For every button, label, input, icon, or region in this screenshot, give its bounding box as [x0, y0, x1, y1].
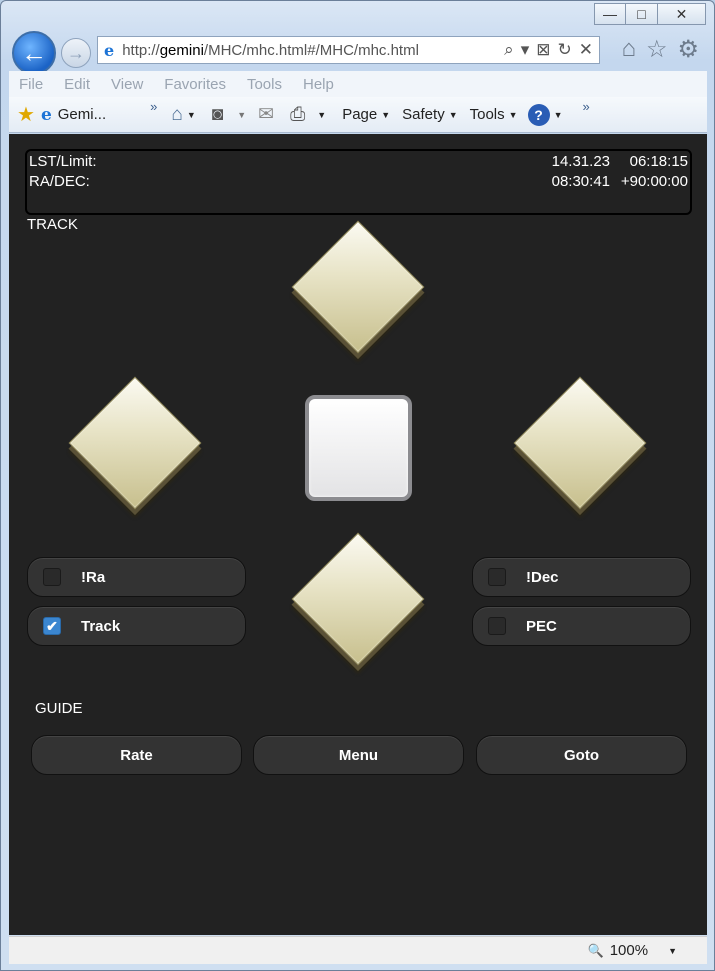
- favorites-star-icon[interactable]: ☆: [646, 35, 668, 64]
- lst-value: 14.31.23: [551, 153, 610, 170]
- ra-toggle-label: !Ra: [81, 568, 106, 586]
- toggle-dec[interactable]: !Dec: [472, 557, 691, 597]
- menu-edit[interactable]: Edit: [64, 76, 90, 93]
- mount-control-page: LST/Limit: 14.31.23 06:18:15 RA/DEC: 08:…: [9, 134, 707, 935]
- toggle-ra[interactable]: !Ra: [27, 557, 246, 597]
- address-tools: ⌕ ▾ ⊠ ↻ ✕: [504, 40, 599, 60]
- menu-tools[interactable]: Tools: [247, 76, 282, 93]
- guide-section-label: GUIDE: [35, 700, 83, 717]
- rss-icon: ◙: [211, 103, 224, 125]
- restore-button[interactable]: □: [626, 3, 658, 25]
- back-button[interactable]: ←: [12, 31, 56, 75]
- safety-menu-label: Safety: [402, 106, 445, 123]
- track-checkbox[interactable]: ✔: [43, 617, 61, 635]
- feeds-command[interactable]: ◙ ▼: [212, 104, 246, 126]
- menu-file[interactable]: File: [19, 76, 43, 93]
- rate-button[interactable]: Rate: [31, 735, 242, 775]
- help-icon: ?: [527, 103, 550, 126]
- stop-center-button[interactable]: [305, 395, 412, 501]
- pec-toggle-label: PEC: [526, 617, 557, 635]
- search-icon[interactable]: ⌕: [504, 40, 514, 60]
- menu-button[interactable]: Menu: [253, 735, 464, 775]
- north-arrow-button[interactable]: [291, 220, 425, 354]
- forward-button[interactable]: →: [61, 38, 91, 68]
- printer-icon: ⎙: [290, 103, 306, 125]
- dropdown-arrow-icon: ▼: [317, 109, 327, 120]
- menu-view[interactable]: View: [111, 76, 143, 93]
- zoom-level[interactable]: 100%: [610, 942, 648, 959]
- ra-checkbox[interactable]: [43, 568, 61, 586]
- stop-icon[interactable]: ✕: [579, 40, 593, 60]
- track-section-label: TRACK: [27, 216, 78, 233]
- track-toggle-label: Track: [81, 617, 121, 635]
- help-menu[interactable]: ? ▼: [527, 103, 563, 126]
- url-host: gemini: [159, 41, 204, 59]
- pec-checkbox[interactable]: [488, 617, 506, 635]
- page-menu-label: Page: [342, 106, 378, 123]
- favorites-add-icon[interactable]: ★: [17, 102, 35, 127]
- home-command[interactable]: ⌂ ▼: [171, 104, 195, 126]
- goto-button[interactable]: Goto: [476, 735, 687, 775]
- close-window-button[interactable]: ✕: [658, 3, 706, 25]
- browser-icons: ⌂ ☆ ⚙: [621, 35, 699, 64]
- dropdown-arrow-icon: ▼: [553, 109, 563, 120]
- west-arrow-button[interactable]: [68, 376, 202, 510]
- mail-command[interactable]: ✉: [258, 103, 274, 126]
- zoom-icon[interactable]: 🔍: [588, 943, 604, 959]
- page-menu[interactable]: Page ▼: [342, 106, 390, 123]
- menu-help[interactable]: Help: [303, 76, 334, 93]
- address-bar[interactable]: e http://gemini/MHC/mhc.html#/MHC/mhc.ht…: [97, 36, 600, 64]
- mail-icon: ✉: [258, 104, 275, 125]
- navigation-bar: ← → e http://gemini/MHC/mhc.html#/MHC/mh…: [9, 31, 709, 75]
- ra-value: 08:30:41: [551, 173, 610, 190]
- south-arrow-button[interactable]: [291, 532, 425, 666]
- dropdown-arrow-icon: ▼: [508, 109, 518, 120]
- home-icon[interactable]: ⌂: [621, 35, 636, 64]
- radec-row: RA/DEC: 08:30:41 +90:00:00: [29, 173, 688, 193]
- url-path: /MHC/mhc.html#/MHC/mhc.html: [203, 41, 419, 59]
- tab-gemini[interactable]: e Gemi...: [41, 105, 106, 125]
- dec-value: +90:00:00: [620, 173, 688, 190]
- east-arrow-button[interactable]: [513, 376, 647, 510]
- home-cmd-icon: ⌂: [171, 103, 183, 125]
- more-chevron-icon[interactable]: »: [150, 99, 157, 114]
- tools-menu-label: Tools: [469, 106, 505, 123]
- print-command[interactable]: ⎙ ▼: [290, 104, 326, 126]
- limit-value: 06:18:15: [629, 153, 688, 170]
- menu-bar: File Edit View Favorites Tools Help: [9, 71, 707, 97]
- compatibility-view-icon[interactable]: ⊠: [536, 40, 550, 60]
- more-chevron-icon[interactable]: »: [583, 99, 590, 114]
- menu-favorites[interactable]: Favorites: [164, 76, 226, 93]
- status-panel: LST/Limit: 14.31.23 06:18:15 RA/DEC: 08:…: [25, 149, 692, 215]
- browser-window: — □ ✕ ← → e http://gemini/MHC/mhc.html#/…: [0, 0, 715, 971]
- lst-row: LST/Limit: 14.31.23 06:18:15: [29, 153, 688, 173]
- tools-menu[interactable]: Tools ▼: [470, 106, 518, 123]
- ie-tab-icon: e: [40, 104, 52, 125]
- dropdown-arrow-icon: ▼: [381, 109, 391, 120]
- search-dropdown-icon[interactable]: ▾: [521, 40, 530, 60]
- ie-page-icon: e: [104, 40, 115, 60]
- dropdown-arrow-icon: ▼: [448, 109, 458, 120]
- command-bar: ★ e Gemi... » ⌂ ▼ ◙ ▼ ✉ ⎙ ▼ Page ▼ Safety ▼ T…: [9, 97, 707, 133]
- dec-toggle-label: !Dec: [526, 568, 559, 586]
- dec-checkbox[interactable]: [488, 568, 506, 586]
- status-bar: 🔍 100% ▼: [9, 936, 707, 964]
- toggle-track[interactable]: ✔ Track: [27, 606, 246, 646]
- lst-label: LST/Limit:: [29, 153, 97, 170]
- dropdown-arrow-icon: ▼: [186, 109, 196, 120]
- settings-gear-icon[interactable]: ⚙: [677, 35, 699, 64]
- refresh-icon[interactable]: ↻: [558, 40, 572, 60]
- window-controls: — □ ✕: [594, 3, 706, 25]
- tab-label: Gemi...: [57, 106, 107, 123]
- safety-menu[interactable]: Safety ▼: [402, 106, 457, 123]
- url-prefix: http://: [122, 41, 160, 59]
- toggle-pec[interactable]: PEC: [472, 606, 691, 646]
- radec-label: RA/DEC:: [29, 173, 90, 190]
- minimize-button[interactable]: —: [594, 3, 626, 25]
- dropdown-arrow-icon: ▼: [237, 109, 247, 120]
- zoom-dropdown-icon[interactable]: ▼: [668, 946, 677, 956]
